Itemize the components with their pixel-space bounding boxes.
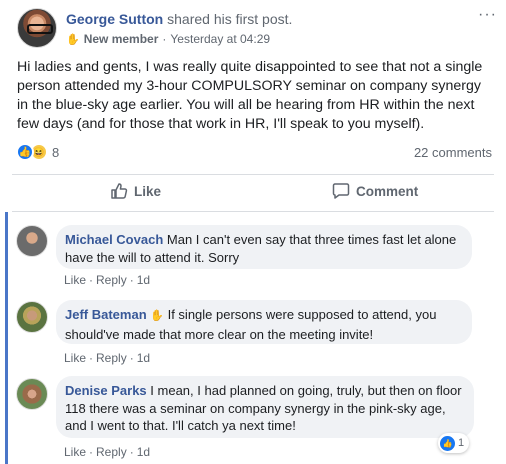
separator: ·	[89, 273, 94, 287]
post-action-text: shared his first post.	[167, 11, 293, 27]
thumbs-up-icon	[110, 182, 128, 200]
separator: ·	[89, 445, 94, 459]
comment-button[interactable]: Comment	[332, 182, 418, 200]
comment-actions: Like · Reply · 1d	[64, 351, 150, 365]
comment-actions: Like · Reply · 1d	[64, 445, 150, 459]
comments-count-link[interactable]: 22 comments	[414, 145, 492, 160]
member-badge[interactable]: New member	[84, 32, 159, 46]
reactions-summary[interactable]: 👍 😆 8	[16, 143, 59, 161]
comment-like-link[interactable]: Like	[64, 445, 86, 459]
comment-like-link[interactable]: Like	[64, 351, 86, 365]
comment-reply-link[interactable]: Reply	[96, 273, 127, 287]
commenter-avatar[interactable]	[16, 301, 48, 333]
comment-reply-link[interactable]: Reply	[96, 445, 127, 459]
comment-reaction-count: 1	[458, 437, 465, 449]
post-card: George Sutton shared his first post. ✋ N…	[0, 0, 506, 464]
divider	[12, 211, 494, 212]
like-reaction-icon: 👍	[440, 435, 455, 451]
commenter-avatar[interactable]	[16, 378, 48, 410]
post-timestamp[interactable]: Yesterday at 04:29	[170, 32, 270, 46]
comment-like-link[interactable]: Like	[64, 273, 86, 287]
post-meta: ✋ New member · Yesterday at 04:29	[66, 32, 270, 46]
like-reaction-icon: 👍	[16, 143, 34, 161]
reaction-count: 8	[52, 144, 60, 160]
comment-author[interactable]: Michael Covach	[65, 232, 163, 247]
post-body: Hi ladies and gents, I was really quite …	[17, 59, 483, 132]
meta-separator: ·	[162, 32, 167, 46]
commenter-avatar[interactable]	[16, 225, 48, 257]
comment-reply-link[interactable]: Reply	[96, 351, 127, 365]
wave-hand-icon: ✋	[150, 310, 164, 322]
comment-bubble: Denise Parks I mean, I had planned on go…	[56, 376, 474, 438]
author-name[interactable]: George Sutton	[66, 11, 163, 27]
comment-button-label: Comment	[356, 183, 419, 199]
comment-time[interactable]: 1d	[137, 351, 150, 365]
comment-bubble: Michael Covach Man I can't even say that…	[56, 225, 472, 269]
comment-author[interactable]: Denise Parks	[65, 383, 147, 398]
more-options-button[interactable]: ···	[478, 6, 497, 24]
comment-reaction-summary[interactable]: 👍 1	[438, 433, 470, 453]
separator: ·	[129, 273, 134, 287]
divider	[12, 174, 494, 175]
comment-actions: Like · Reply · 1d	[64, 273, 150, 287]
separator: ·	[129, 351, 134, 365]
comment-author[interactable]: Jeff Bateman	[65, 307, 147, 322]
like-button-label: Like	[134, 183, 162, 199]
like-button[interactable]: Like	[110, 182, 161, 200]
comment-thread-indicator	[5, 212, 8, 464]
separator: ·	[89, 351, 94, 365]
comment-time[interactable]: 1d	[137, 273, 150, 287]
separator: ·	[129, 445, 134, 459]
post-header: George Sutton shared his first post.	[66, 11, 292, 27]
comment-bubble: Jeff Bateman ✋ If single persons were su…	[56, 300, 472, 344]
author-avatar[interactable]	[17, 8, 57, 48]
comment-time[interactable]: 1d	[137, 445, 150, 459]
wave-hand-icon: ✋	[66, 33, 80, 46]
comment-bubble-icon	[332, 182, 350, 200]
